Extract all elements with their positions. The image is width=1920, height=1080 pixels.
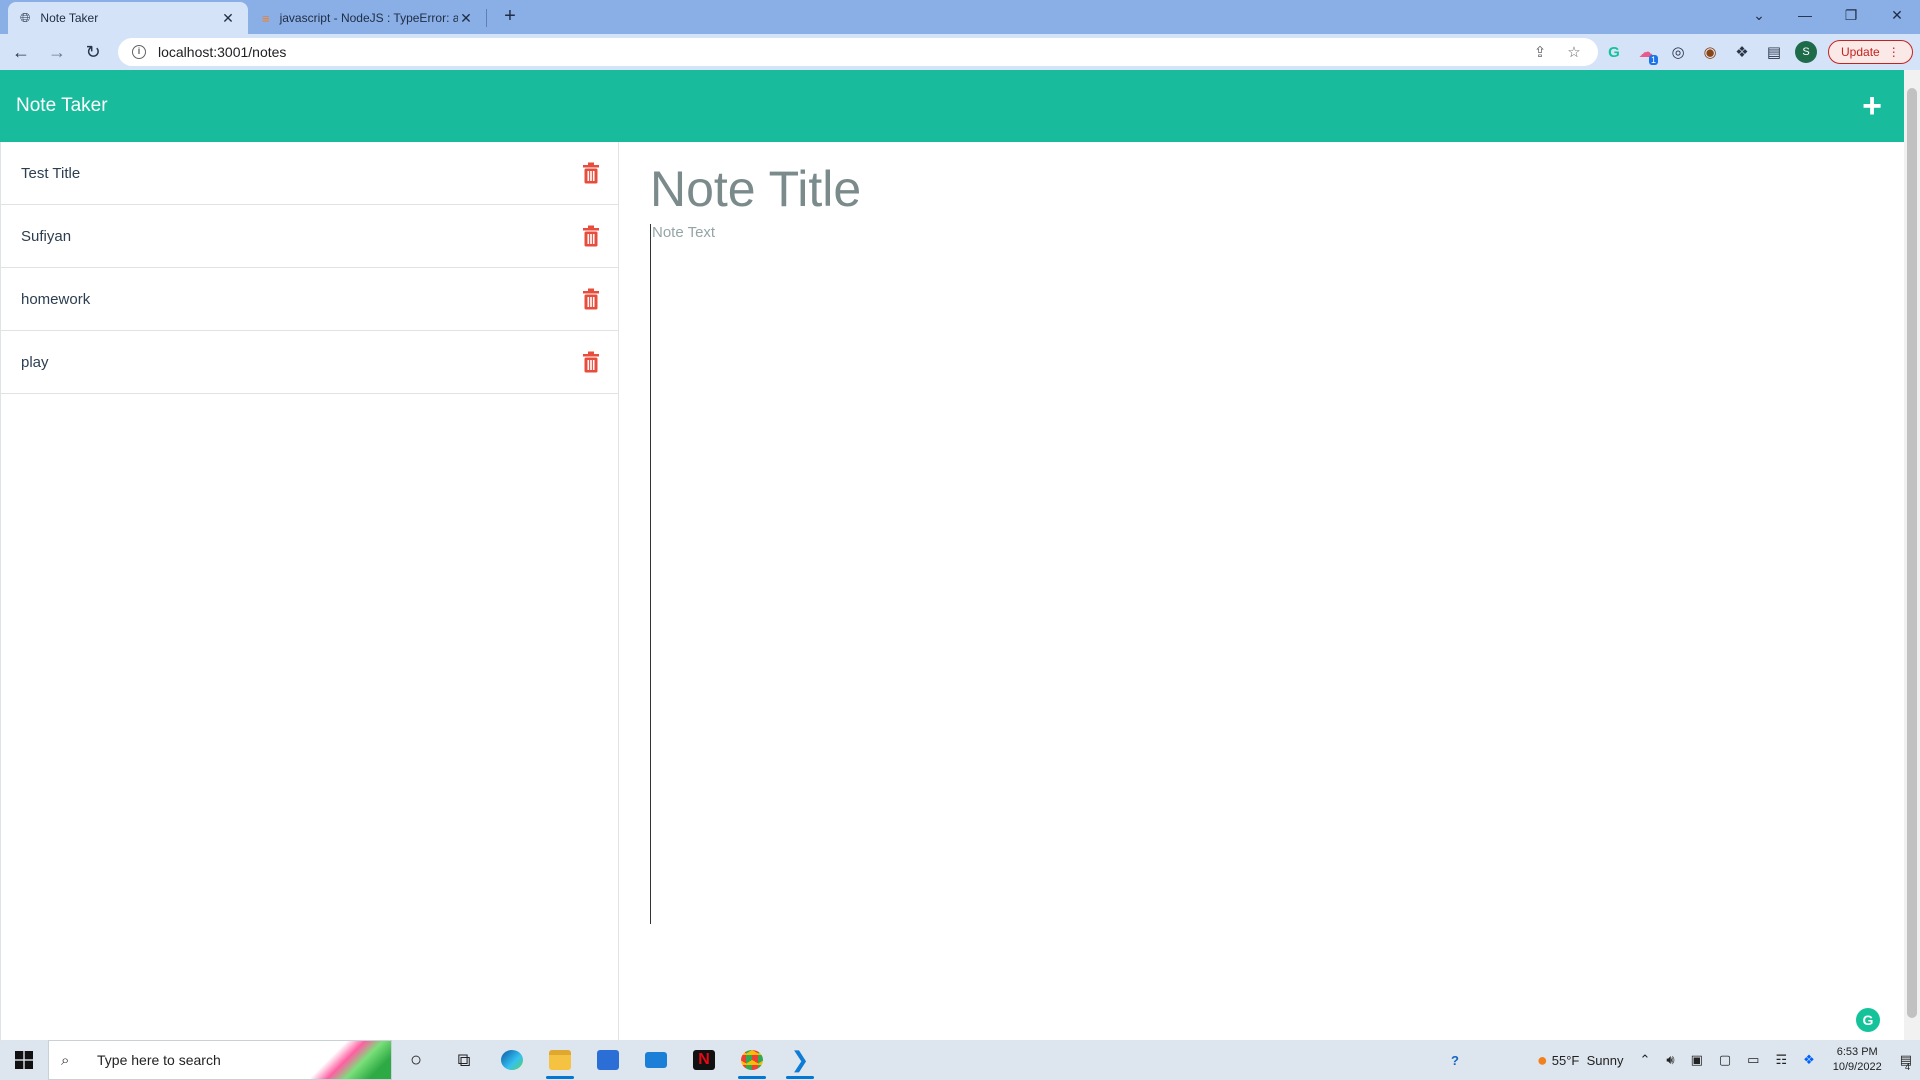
tab-search-icon[interactable]: ⌄ [1736,0,1782,30]
stackoverflow-icon: ≡ [262,10,270,26]
grammarly-floating-icon[interactable]: G [1856,1008,1880,1032]
new-tab-button[interactable]: + [498,4,522,28]
tab-note-taker[interactable]: 🌐︎ Note Taker ✕ [8,2,248,34]
extension-badge-icon[interactable]: ☁ 1 [1630,43,1662,65]
list-item[interactable]: homework [1,268,618,331]
extension-badge-count: 1 [1648,55,1658,65]
site-info-icon[interactable]: i [132,45,146,59]
edge-icon[interactable] [488,1040,536,1080]
back-icon[interactable]: ← [6,37,36,67]
clock-time: 6:53 PM [1836,1046,1878,1058]
trash-icon[interactable] [582,288,600,310]
system-tray: ? ● 55°F Sunny ⌃ 🔊︎ ▣ ▢ ▭ ☶ ❖ 6:53 PM 10… [1443,1040,1920,1080]
vscode-icon[interactable]: ❯ [776,1040,824,1080]
trash-icon[interactable] [582,162,600,184]
address-bar[interactable]: i localhost:3001/notes ⇪ ☆ [118,38,1598,66]
display-icon[interactable]: ▢ [1719,1052,1731,1068]
search-highlight-image [311,1041,391,1079]
close-window-icon[interactable]: ✕ [1874,0,1920,30]
dropbox-icon[interactable]: ❖ [1803,1052,1815,1068]
volume-icon[interactable]: 🔊︎ [1666,1052,1674,1068]
chrome-icon[interactable] [728,1040,776,1080]
weather-text[interactable]: 55°F Sunny [1552,1053,1624,1068]
update-button[interactable]: Update ⋮ [1828,40,1913,64]
weather-icon: ● [1536,1049,1548,1070]
new-note-plus-icon[interactable]: + [1856,89,1888,123]
meet-now-icon[interactable]: ▣ [1691,1052,1703,1068]
trash-icon[interactable] [582,225,600,247]
notification-center-icon[interactable]: ▤ 4 [1900,1052,1912,1072]
globe-icon: 🌐︎ [20,10,31,25]
note-item-title: homework [21,290,91,308]
kebab-menu-icon: ⋮ [1887,45,1900,59]
tab-stackoverflow[interactable]: ≡ javascript - NodeJS : TypeError: a ✕ [250,2,486,34]
bookmark-star-icon[interactable]: ☆ [1564,43,1584,61]
puzzle-extensions-icon[interactable]: ❖ [1726,43,1758,61]
side-panel-icon[interactable]: ▤ [1758,43,1790,61]
battery-icon[interactable]: ▭ [1747,1052,1759,1068]
window-controls: ⌄ — ❐ ✕ [1736,0,1920,30]
restore-icon[interactable]: ❐ [1828,0,1874,30]
notification-count: 4 [1904,1062,1910,1072]
browser-toolbar: ← → ↻ i localhost:3001/notes ⇪ ☆ G ☁ 1 ◎… [0,34,1920,70]
list-item[interactable]: Test Title [1,142,618,205]
browser-tab-strip: 🌐︎ Note Taker ✕ ≡ javascript - NodeJS : … [0,0,1920,34]
app-brand[interactable]: Note Taker [16,95,108,117]
cortana-icon[interactable]: ○ [392,1040,440,1080]
scrollbar-thumb[interactable] [1907,88,1917,1018]
taskbar-search[interactable]: ⌕ Type here to search [48,1040,392,1080]
clock-date: 10/9/2022 [1832,1061,1882,1073]
note-item-title: Test Title [21,164,81,182]
file-explorer-icon[interactable] [536,1040,584,1080]
note-item-title: play [21,353,49,371]
forward-icon[interactable]: → [42,37,72,67]
minimize-icon[interactable]: — [1782,0,1828,30]
tab-title: Note Taker [40,11,99,25]
tab-title: javascript - NodeJS : TypeError: a [279,11,458,25]
note-editor [620,142,1904,1040]
help-icon[interactable]: ? [1451,1053,1459,1068]
share-icon[interactable]: ⇪ [1530,43,1550,61]
note-title-input[interactable] [650,160,1874,218]
list-item[interactable]: Sufiyan [1,205,618,268]
app-navbar: Note Taker + [0,70,1904,142]
timer-extension-icon[interactable]: ◎ [1662,43,1694,61]
close-tab-icon[interactable]: ✕ [220,10,236,27]
notes-list: Test Title Sufiyan homework play [0,142,619,1040]
list-item[interactable]: play [1,331,618,394]
note-item-title: Sufiyan [21,227,72,245]
close-tab-icon[interactable]: ✕ [458,10,474,27]
note-text-area[interactable] [650,224,1874,924]
netflix-icon[interactable]: N [680,1040,728,1080]
taskbar-search-placeholder: Type here to search [97,1052,221,1068]
reload-icon[interactable]: ↻ [78,37,108,67]
microsoft-store-icon[interactable] [584,1040,632,1080]
windows-start-icon[interactable] [0,1040,48,1080]
system-clock[interactable]: 6:53 PM 10/9/2022 [1833,1045,1882,1075]
page-scrollbar[interactable] [1904,70,1920,1040]
wifi-icon[interactable]: ☶ [1775,1052,1787,1068]
grammarly-extension-icon[interactable]: G [1598,44,1630,61]
tab-divider [486,9,487,27]
cookie-extension-icon[interactable]: ◉ [1694,43,1726,61]
url-text: localhost:3001/notes [158,44,287,60]
task-view-icon[interactable]: ⧉ [440,1040,488,1080]
search-icon: ⌕ [61,1051,70,1069]
mail-icon[interactable] [632,1040,680,1080]
trash-icon[interactable] [582,351,600,373]
chevron-up-icon[interactable]: ⌃ [1639,1052,1650,1068]
windows-taskbar: ⌕ Type here to search ○ ⧉ N ❯ ? ● 55°F S… [0,1040,1920,1080]
profile-avatar[interactable]: S [1790,41,1822,63]
